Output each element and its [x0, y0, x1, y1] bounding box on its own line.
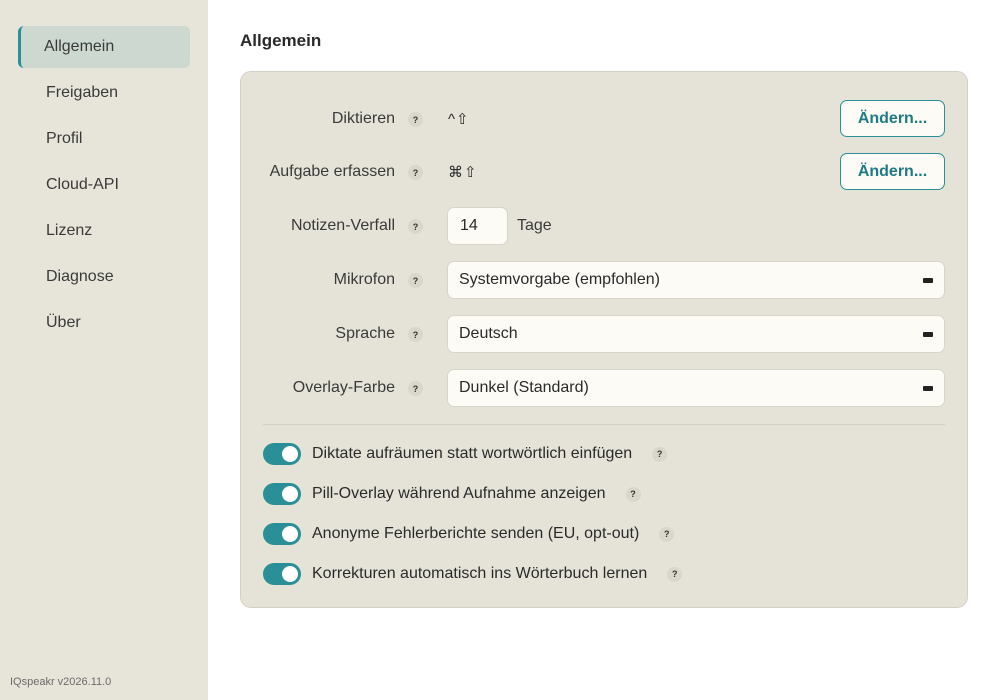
sidebar-item-lizenz[interactable]: Lizenz	[18, 210, 190, 252]
help-icon[interactable]: ?	[659, 526, 675, 542]
setting-row-notes-expiry: Notizen-Verfall ? Tage	[241, 207, 969, 245]
help-icon[interactable]: ?	[408, 219, 423, 234]
error-reports-toggle[interactable]	[263, 523, 301, 545]
help-icon[interactable]: ?	[408, 112, 423, 127]
help-icon[interactable]: ?	[408, 381, 423, 396]
toggle-knob	[282, 566, 298, 582]
change-capture-shortcut-button[interactable]: Ändern...	[840, 153, 945, 190]
setting-row-overlay-color: Overlay-Farbe ? Dunkel (Standard)	[241, 369, 969, 407]
setting-label: Sprache	[335, 325, 395, 342]
sidebar-item-cloud-api[interactable]: Cloud-API	[18, 164, 190, 206]
setting-row-language: Sprache ? Deutsch	[241, 315, 969, 353]
toggle-label: Diktate aufräumen statt wortwörtlich ein…	[312, 445, 633, 462]
help-icon[interactable]: ?	[408, 273, 423, 288]
setting-label: Mikrofon	[333, 271, 395, 288]
toggle-knob	[282, 526, 298, 542]
sidebar-item-label: Profil	[46, 130, 83, 147]
pill-overlay-toggle[interactable]	[263, 483, 301, 505]
help-icon[interactable]: ?	[408, 327, 423, 342]
sidebar-item-label: Freigaben	[46, 84, 119, 101]
sidebar-item-diagnose[interactable]: Diagnose	[18, 256, 190, 298]
select-value: Deutsch	[459, 325, 518, 342]
language-select[interactable]: Deutsch	[447, 315, 945, 353]
toggle-knob	[282, 446, 298, 462]
toggle-row-auto-learn: Korrekturen automatisch ins Wörterbuch l…	[263, 561, 683, 587]
sidebar: Allgemein Freigaben Profil Cloud-API Liz…	[0, 0, 208, 700]
sidebar-item-ueber[interactable]: Über	[18, 302, 190, 344]
auto-learn-toggle[interactable]	[263, 563, 301, 585]
page-title: Allgemein	[240, 31, 322, 50]
setting-label: Notizen-Verfall	[290, 217, 395, 234]
microphone-select[interactable]: Systemvorgabe (empfohlen)	[447, 261, 945, 299]
help-icon[interactable]: ?	[408, 165, 423, 180]
help-icon[interactable]: ?	[625, 486, 641, 502]
toggle-row-error-reports: Anonyme Fehlerberichte senden (EU, opt-o…	[263, 521, 675, 547]
sidebar-item-freigaben[interactable]: Freigaben	[18, 72, 190, 114]
app-version: IQspeakr v2026.11.0	[10, 676, 112, 688]
cleanup-toggle[interactable]	[263, 443, 301, 465]
sidebar-item-label: Über	[46, 314, 81, 331]
toggle-row-cleanup: Diktate aufräumen statt wortwörtlich ein…	[263, 441, 668, 467]
toggle-label: Anonyme Fehlerberichte senden (EU, opt-o…	[312, 525, 640, 542]
shortcut-display: ^⇧	[448, 111, 470, 128]
settings-card: Diktieren ? ^⇧ Ändern... Aufgabe erfasse…	[240, 71, 968, 608]
toggle-knob	[282, 486, 298, 502]
sidebar-item-label: Allgemein	[44, 38, 115, 55]
sidebar-item-label: Cloud-API	[46, 176, 119, 193]
sidebar-item-label: Lizenz	[46, 222, 93, 239]
sidebar-item-profil[interactable]: Profil	[18, 118, 190, 160]
toggle-label: Pill-Overlay während Aufnahme anzeigen	[312, 485, 606, 502]
shortcut-display: ⌘⇧	[448, 164, 478, 181]
divider	[263, 424, 945, 425]
select-value: Dunkel (Standard)	[459, 379, 589, 396]
setting-row-dictate: Diktieren ? ^⇧ Ändern...	[241, 100, 969, 138]
select-value: Systemvorgabe (empfohlen)	[459, 271, 660, 288]
setting-label: Aufgabe erfassen	[269, 163, 395, 180]
sidebar-item-allgemein[interactable]: Allgemein	[18, 26, 190, 68]
notes-expiry-input[interactable]	[447, 207, 508, 245]
select-handle-icon	[923, 386, 933, 391]
help-icon[interactable]: ?	[652, 446, 668, 462]
overlay-color-select[interactable]: Dunkel (Standard)	[447, 369, 945, 407]
sidebar-nav: Allgemein Freigaben Profil Cloud-API Liz…	[18, 26, 190, 348]
setting-label: Diktieren	[331, 110, 395, 127]
change-dictate-shortcut-button[interactable]: Ändern...	[840, 100, 945, 137]
toggle-row-pill-overlay: Pill-Overlay während Aufnahme anzeigen ?	[263, 481, 641, 507]
setting-row-capture: Aufgabe erfassen ? ⌘⇧ Ändern...	[241, 153, 969, 191]
notes-expiry-unit: Tage	[517, 217, 552, 234]
setting-label: Overlay-Farbe	[292, 379, 395, 396]
select-handle-icon	[923, 278, 933, 283]
setting-row-microphone: Mikrofon ? Systemvorgabe (empfohlen)	[241, 261, 969, 299]
select-handle-icon	[923, 332, 933, 337]
sidebar-item-label: Diagnose	[46, 268, 114, 285]
help-icon[interactable]: ?	[667, 566, 683, 582]
toggle-label: Korrekturen automatisch ins Wörterbuch l…	[312, 565, 648, 582]
